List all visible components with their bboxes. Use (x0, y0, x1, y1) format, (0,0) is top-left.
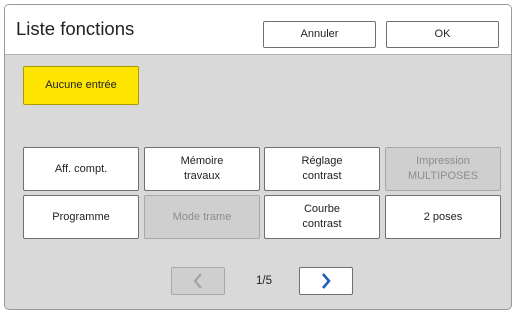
no-entry-button[interactable]: Aucune entrée (23, 66, 139, 105)
function-programme-button[interactable]: Programme (23, 195, 139, 239)
function-reglage-contrast-button[interactable]: Réglage contrast (264, 147, 380, 191)
page-indicator: 1/5 (256, 275, 272, 287)
function-mode-trame-button[interactable]: Mode trame (144, 195, 260, 239)
function-list-panel: Liste fonctions Annuler OK Aucune entrée… (4, 4, 512, 310)
function-memoire-travaux-button[interactable]: Mémoire travaux (144, 147, 260, 191)
function-aff-compt-button[interactable]: Aff. compt. (23, 147, 139, 191)
ok-button[interactable]: OK (386, 21, 499, 48)
chevron-right-icon (320, 273, 332, 289)
previous-page-button[interactable] (171, 267, 225, 295)
page-title: Liste fonctions (16, 18, 135, 39)
function-2-poses-button[interactable]: 2 poses (385, 195, 501, 239)
function-courbe-contrast-button[interactable]: Courbe contrast (264, 195, 380, 239)
function-impression-multiposes-button[interactable]: Impression MULTIPOSES (385, 147, 501, 191)
chevron-left-icon (192, 273, 204, 289)
next-page-button[interactable] (299, 267, 353, 295)
cancel-button[interactable]: Annuler (263, 21, 376, 48)
